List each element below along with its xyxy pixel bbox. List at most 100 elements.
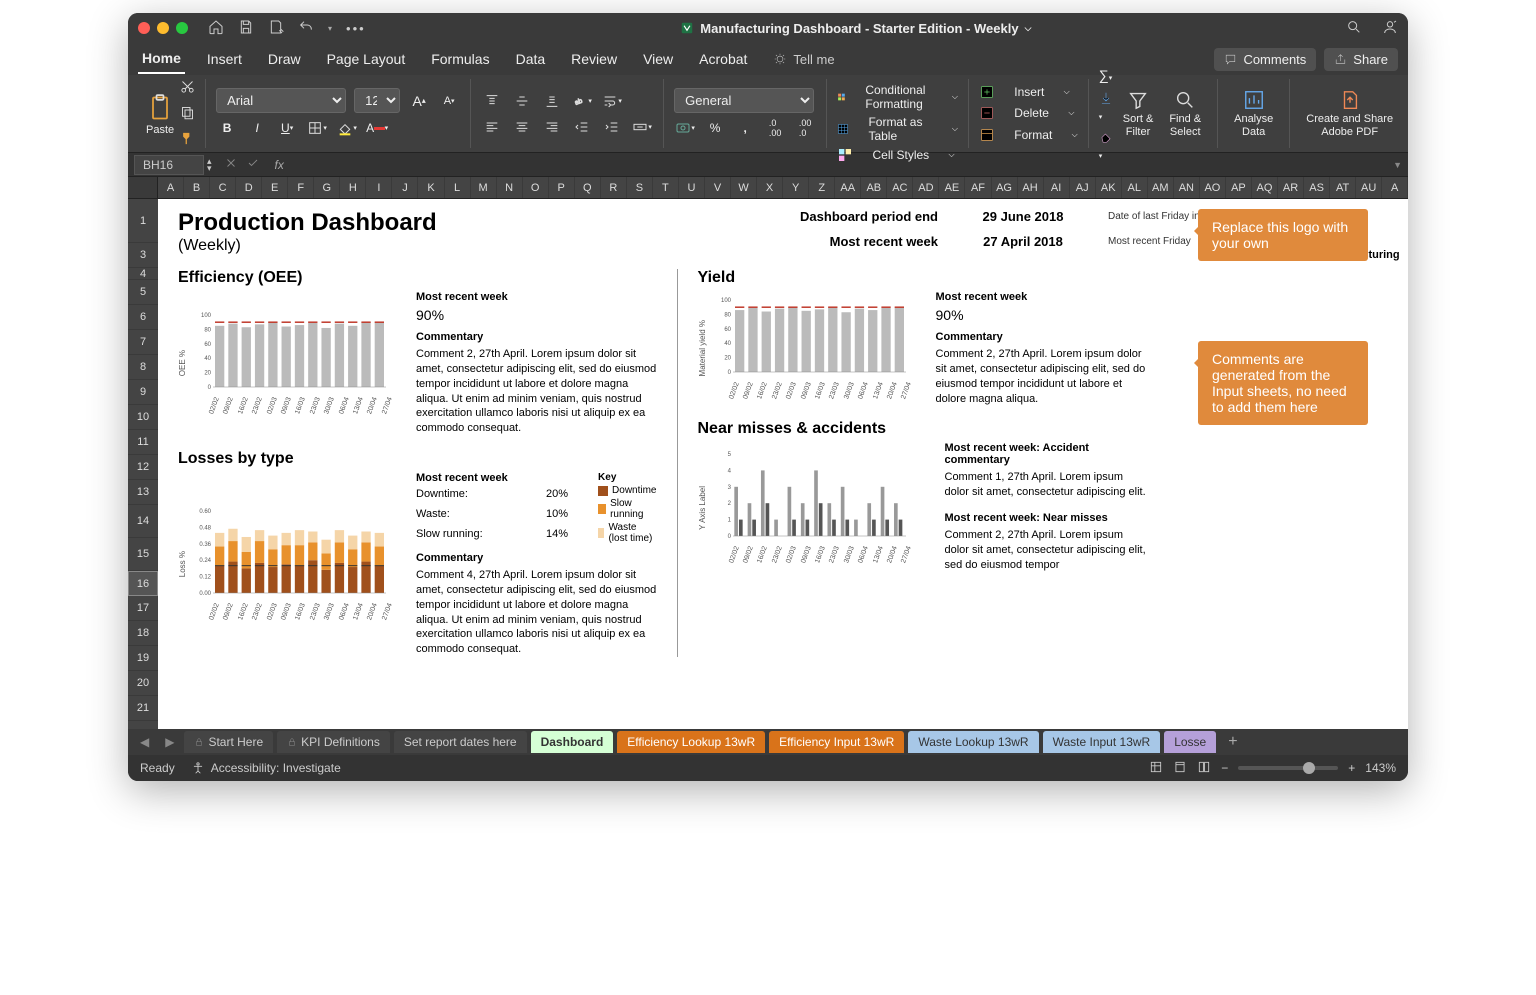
- font-color-icon[interactable]: A▾: [366, 117, 388, 139]
- window-maximize[interactable]: [176, 22, 188, 34]
- tellme[interactable]: Tell me: [769, 46, 838, 73]
- fx-icon[interactable]: fx: [269, 158, 290, 172]
- cell-styles[interactable]: Cell Styles ⌵: [837, 147, 958, 163]
- fill-color-icon[interactable]: ▾: [336, 117, 358, 139]
- tab-nav-prev[interactable]: ◀: [134, 735, 155, 749]
- save-icon[interactable]: [238, 19, 254, 38]
- format-painter-icon[interactable]: [180, 131, 195, 149]
- italic-icon[interactable]: I: [246, 117, 268, 139]
- delete-cells[interactable]: Delete ⌵: [979, 105, 1078, 121]
- zoom-level[interactable]: 143%: [1365, 761, 1396, 775]
- name-box[interactable]: BH16: [134, 155, 204, 175]
- copy-icon[interactable]: [180, 105, 195, 123]
- decrease-decimal-icon[interactable]: .00.0: [794, 117, 816, 139]
- home-icon[interactable]: [208, 19, 224, 38]
- paste-button[interactable]: Paste: [146, 92, 174, 136]
- increase-font-icon[interactable]: A▴: [408, 90, 430, 112]
- sort-filter[interactable]: Sort & Filter: [1117, 89, 1160, 137]
- column-headers[interactable]: ABCDEFGHIJKLMNOPQRSTUVWXYZAAABACADAEAFAG…: [128, 177, 1408, 199]
- adobe-pdf[interactable]: Create and Share Adobe PDF: [1300, 89, 1399, 137]
- tab-view[interactable]: View: [639, 45, 677, 73]
- row-headers[interactable]: 13456789101112131415161718192021: [128, 199, 158, 729]
- comments-button[interactable]: Comments: [1214, 48, 1316, 71]
- add-sheet[interactable]: +: [1220, 733, 1245, 751]
- sheet-waste-input[interactable]: Waste Input 13wR: [1043, 731, 1161, 753]
- undo-icon[interactable]: [298, 19, 314, 38]
- share-button[interactable]: Share: [1324, 48, 1398, 71]
- tab-review[interactable]: Review: [567, 45, 621, 73]
- sheet-report-dates[interactable]: Set report dates here: [394, 731, 527, 753]
- fill-icon[interactable]: ▾: [1099, 91, 1113, 122]
- tab-acrobat[interactable]: Acrobat: [695, 45, 751, 73]
- cut-icon[interactable]: [180, 79, 195, 97]
- orientation-icon[interactable]: ab▾: [571, 90, 593, 112]
- window-minimize[interactable]: [157, 22, 169, 34]
- svg-text:ab: ab: [574, 97, 584, 106]
- wrap-text-icon[interactable]: ▾: [601, 90, 623, 112]
- more-icon[interactable]: •••: [346, 21, 366, 36]
- zoom-out[interactable]: −: [1221, 761, 1228, 775]
- share-profile-icon[interactable]: [1382, 19, 1398, 38]
- analyse-data[interactable]: Analyse Data: [1228, 89, 1279, 137]
- confirm-icon[interactable]: [247, 157, 259, 172]
- align-middle-icon[interactable]: [511, 90, 533, 112]
- increase-decimal-icon[interactable]: .0.00: [764, 117, 786, 139]
- window-close[interactable]: [138, 22, 150, 34]
- align-top-icon[interactable]: [481, 90, 503, 112]
- sheet-start-here[interactable]: Start Here: [184, 731, 273, 753]
- comma-icon[interactable]: ,: [734, 117, 756, 139]
- align-center-icon[interactable]: [511, 116, 533, 138]
- underline-icon[interactable]: U▾: [276, 117, 298, 139]
- font-name-select[interactable]: Arial: [216, 88, 346, 113]
- view-normal-icon[interactable]: [1149, 760, 1163, 777]
- recent-week-value: 27 April 2018: [968, 234, 1078, 249]
- oee-recent-h: Most recent week: [416, 291, 657, 303]
- zoom-slider[interactable]: [1238, 766, 1338, 770]
- view-page-layout-icon[interactable]: [1173, 760, 1187, 777]
- sheet-waste-lookup[interactable]: Waste Lookup 13wR: [908, 731, 1038, 753]
- decrease-font-icon[interactable]: A▾: [438, 90, 460, 112]
- accessibility-status[interactable]: Accessibility: Investigate: [191, 761, 341, 775]
- zoom-in[interactable]: +: [1348, 761, 1355, 775]
- align-left-icon[interactable]: [481, 116, 503, 138]
- borders-icon[interactable]: ▾: [306, 117, 328, 139]
- sheet-dashboard[interactable]: Dashboard: [531, 731, 614, 753]
- bold-icon[interactable]: B: [216, 117, 238, 139]
- sheet-kpi-defs[interactable]: KPI Definitions: [277, 731, 390, 753]
- cancel-icon[interactable]: [225, 157, 237, 172]
- tab-home[interactable]: Home: [138, 44, 185, 74]
- tab-data[interactable]: Data: [512, 45, 550, 73]
- sheet-tabs: ◀ ▶ Start Here KPI Definitions Set repor…: [128, 729, 1408, 755]
- decrease-indent-icon[interactable]: [571, 116, 593, 138]
- tab-nav-next[interactable]: ▶: [159, 735, 180, 749]
- view-page-break-icon[interactable]: [1197, 760, 1211, 777]
- svg-text:0.12: 0.12: [199, 575, 211, 581]
- tab-page-layout[interactable]: Page Layout: [323, 45, 410, 73]
- align-right-icon[interactable]: [541, 116, 563, 138]
- sheet-eff-lookup[interactable]: Efficiency Lookup 13wR: [617, 731, 765, 753]
- insert-cells[interactable]: Insert ⌵: [979, 84, 1078, 100]
- tab-draw[interactable]: Draw: [264, 45, 305, 73]
- worksheet-grid[interactable]: 13456789101112131415161718192021 Product…: [128, 199, 1408, 729]
- number-format-select[interactable]: General: [674, 88, 814, 113]
- tab-formulas[interactable]: Formulas: [427, 45, 493, 73]
- search-icon[interactable]: [1346, 19, 1362, 38]
- currency-icon[interactable]: ▾: [674, 117, 696, 139]
- clear-icon[interactable]: ▾: [1099, 130, 1113, 161]
- svg-text:0.48: 0.48: [199, 526, 211, 532]
- increase-indent-icon[interactable]: [601, 116, 623, 138]
- period-end-label: Dashboard period end: [778, 209, 938, 224]
- merge-icon[interactable]: ▾: [631, 116, 653, 138]
- align-bottom-icon[interactable]: [541, 90, 563, 112]
- tab-insert[interactable]: Insert: [203, 45, 246, 73]
- sheet-losses[interactable]: Losse: [1164, 731, 1216, 753]
- percent-icon[interactable]: %: [704, 117, 726, 139]
- format-as-table[interactable]: Format as Table ⌵: [837, 115, 958, 143]
- format-cells[interactable]: Format ⌵: [979, 127, 1078, 143]
- conditional-formatting[interactable]: Conditional Formatting ⌵: [837, 83, 958, 111]
- sheet-eff-input[interactable]: Efficiency Input 13wR: [769, 731, 904, 753]
- save-as-icon[interactable]: [268, 19, 284, 38]
- find-select[interactable]: Find & Select: [1163, 89, 1207, 137]
- autosum-icon[interactable]: ∑▾: [1099, 67, 1113, 83]
- font-size-select[interactable]: 12: [354, 88, 400, 113]
